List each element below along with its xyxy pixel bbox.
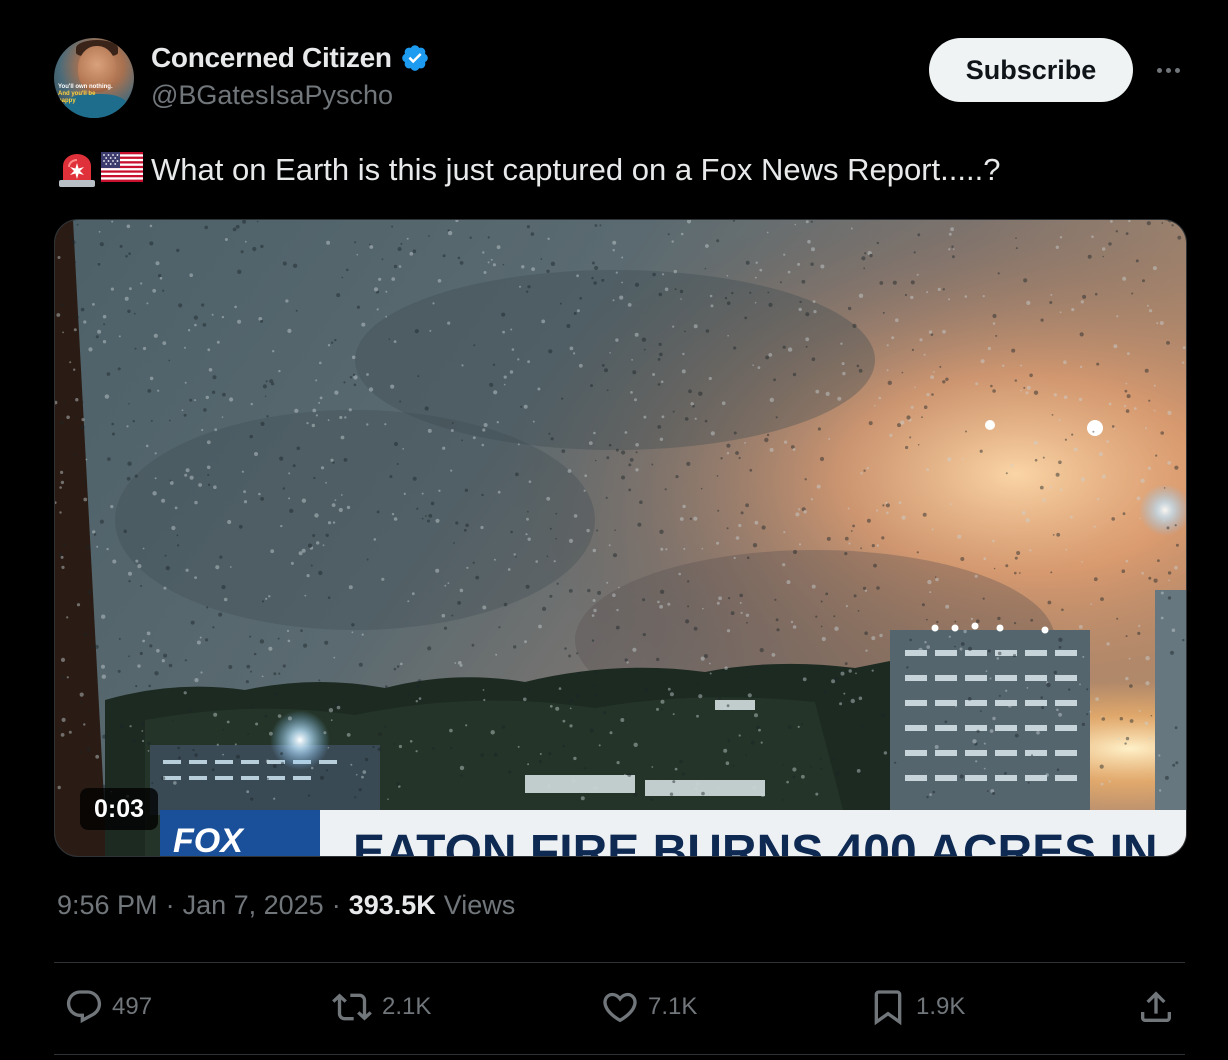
avatar-caption-line1: You'll own nothing. — [58, 84, 113, 90]
post-time[interactable]: 9:56 PM — [57, 890, 158, 921]
us-flag-emoji-icon — [101, 152, 143, 188]
video-player[interactable]: FOX EATON FIRE BURNS 400 ACRES IN — [54, 219, 1187, 857]
post-text: What on Earth is this just captured on a… — [151, 152, 1001, 187]
subscribe-button[interactable]: Subscribe — [929, 38, 1133, 102]
chyron-text: EATON FIRE BURNS 400 ACRES IN — [353, 826, 1158, 856]
video-duration-badge: 0:03 — [80, 788, 159, 830]
author-avatar[interactable]: You'll own nothing. And you'll be happy — [54, 38, 134, 118]
repost-icon — [332, 993, 372, 1021]
bookmark-icon — [874, 990, 902, 1026]
meta-separator: · — [165, 890, 175, 920]
bookmark-count: 1.9K — [916, 993, 966, 1020]
post-text-row: What on Earth is this just captured on a… — [57, 150, 1177, 190]
like-button[interactable]: 7.1K — [600, 985, 697, 1029]
views-count: 393.5K — [348, 890, 436, 920]
heart-icon — [603, 992, 637, 1023]
repost-button[interactable]: 2.1K — [330, 985, 431, 1029]
tweet: You'll own nothing. And you'll be happy … — [0, 0, 1228, 1060]
repost-count: 2.1K — [382, 993, 432, 1020]
verified-badge-icon[interactable] — [400, 43, 430, 73]
avatar-caption-line2: And you'll be happy — [58, 91, 96, 104]
author-display-name[interactable]: Concerned Citizen — [151, 42, 392, 74]
police-siren-emoji-icon — [57, 152, 97, 188]
divider — [54, 1054, 1185, 1055]
views-label: Views — [443, 890, 516, 920]
svg-text:FOX: FOX — [173, 822, 245, 856]
author-handle[interactable]: @BGatesIsaPyscho — [151, 80, 393, 111]
more-horizontal-icon[interactable] — [1148, 52, 1188, 88]
reply-button[interactable]: 497 — [64, 985, 152, 1029]
share-button[interactable] — [1136, 985, 1184, 1029]
avatar-caption: You'll own nothing. And you'll be happy — [58, 84, 114, 105]
reply-count: 497 — [112, 993, 153, 1020]
divider — [54, 962, 1185, 963]
video-frame-image: FOX EATON FIRE BURNS 400 ACRES IN — [55, 220, 1186, 856]
post-meta: 9:56 PM · Jan 7, 2025 · 393.5K Views — [57, 890, 515, 921]
share-icon — [1141, 991, 1171, 1022]
author-name-row: Concerned Citizen — [151, 40, 430, 76]
meta-separator: · — [331, 890, 341, 920]
like-count: 7.1K — [648, 993, 698, 1020]
reply-icon — [66, 990, 102, 1024]
bookmark-button[interactable]: 1.9K — [868, 985, 965, 1029]
post-date[interactable]: Jan 7, 2025 — [183, 890, 324, 921]
